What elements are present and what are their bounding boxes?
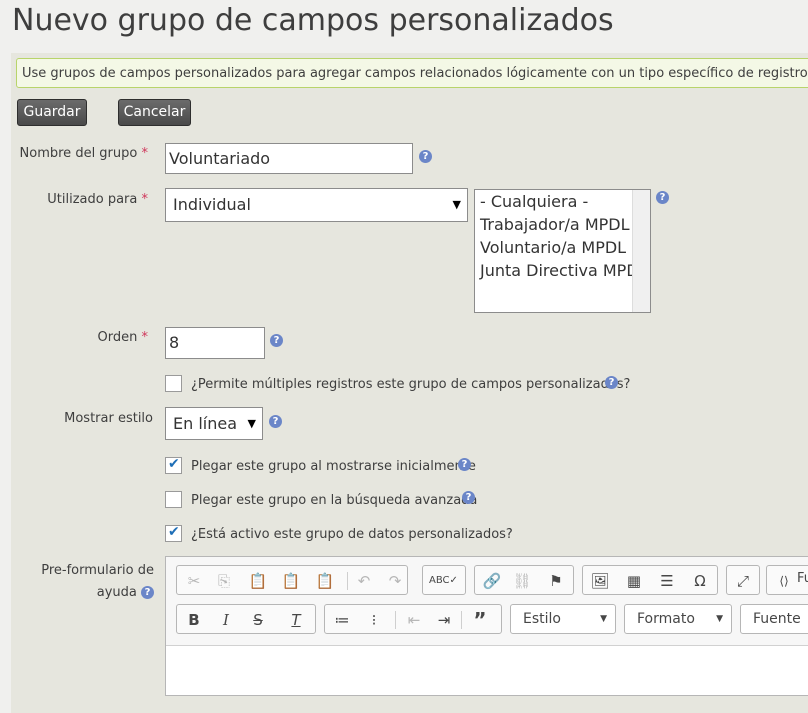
help-icon[interactable]: ? — [419, 150, 432, 163]
horizontal-line-icon[interactable]: ☰ — [656, 570, 678, 592]
collapse-initial-checkbox[interactable]: ✔ — [165, 456, 182, 474]
links-group: 🔗 ⛓ ⚑ — [474, 565, 574, 595]
source-icon[interactable]: ⟨⟩ — [773, 570, 795, 592]
help-icon[interactable]: ? — [141, 586, 154, 599]
multiple-records-checkbox[interactable] — [165, 375, 182, 392]
numbered-list-icon[interactable]: ≔ — [331, 609, 353, 631]
page-title: Nuevo grupo de campos personalizados — [12, 3, 614, 38]
blockquote-icon[interactable]: ” — [469, 609, 491, 631]
insert-group: 🖼 ▦ ☰ Ω — [582, 565, 718, 595]
subtype-option[interactable]: Junta Directiva MPDL — [475, 259, 650, 282]
anchor-icon[interactable]: ⚑ — [545, 570, 567, 592]
paragraph-group: ≔ ⁝ ⇤ ⇥ ” — [324, 604, 502, 634]
maximize-icon[interactable]: ⤢ — [732, 570, 754, 592]
remove-format-icon[interactable]: T — [285, 609, 307, 631]
font-combo[interactable]: Fuente — [740, 604, 808, 634]
bold-icon[interactable]: B — [183, 609, 205, 631]
group-name-label: Nombre del grupo * — [19, 146, 148, 161]
strike-icon[interactable]: S — [247, 609, 269, 631]
outdent-icon[interactable]: ⇤ — [403, 609, 425, 631]
paste-text-icon[interactable]: 📋 — [280, 570, 302, 592]
cut-icon[interactable]: ✂ — [183, 570, 205, 592]
dropdown-arrow-icon: ▼ — [716, 614, 723, 624]
indent-icon[interactable]: ⇥ — [433, 609, 455, 631]
undo-icon[interactable]: ↶ — [353, 570, 375, 592]
clipboard-group: ✂ ⎘ 📋 📋 📋 ↶ ↷ — [176, 565, 408, 595]
spellcheck-group: ABC✓ — [422, 565, 466, 595]
style-select[interactable]: En línea ▼ — [165, 407, 263, 440]
help-icon[interactable]: ? — [269, 415, 282, 428]
used-for-label: Utilizado para * — [47, 192, 148, 207]
rich-text-editor[interactable]: ✂ ⎘ 📋 📋 📋 ↶ ↷ ABC✓ 🔗 ⛓ ⚑ 🖼 ▦ ☰ Ω ⤢ ⟨⟩ Fu… — [165, 556, 808, 696]
checkmark-icon: ✔ — [168, 456, 180, 472]
active-checkbox[interactable]: ✔ — [165, 524, 182, 542]
collapse-initial-label: Plegar este grupo al mostrarse inicialme… — [191, 459, 476, 474]
basic-style-group: B I S T — [176, 604, 316, 634]
order-input[interactable]: 8 — [165, 327, 265, 359]
subtype-listbox[interactable]: - Cualquiera - Trabajador/a MPDL Volunta… — [474, 189, 651, 313]
help-icon[interactable]: ? — [462, 491, 475, 504]
help-icon[interactable]: ? — [605, 376, 618, 389]
toolbar-separator — [395, 611, 396, 629]
used-for-select[interactable]: Individual ▼ — [165, 188, 468, 222]
style-label: Mostrar estilo — [64, 411, 153, 426]
editor-toolbar: ✂ ⎘ 📋 📋 📋 ↶ ↷ ABC✓ 🔗 ⛓ ⚑ 🖼 ▦ ☰ Ω ⤢ ⟨⟩ Fu… — [166, 557, 808, 646]
link-icon[interactable]: 🔗 — [481, 570, 503, 592]
maximize-group: ⤢ — [726, 565, 760, 595]
help-icon[interactable]: ? — [458, 458, 471, 471]
subtype-option[interactable]: Trabajador/a MPDL — [475, 213, 650, 236]
format-combo[interactable]: Formato ▼ — [624, 604, 732, 634]
image-icon[interactable]: 🖼 — [589, 570, 611, 592]
active-label: ¿Está activo este grupo de datos persona… — [191, 527, 513, 542]
bulleted-list-icon[interactable]: ⁝ — [363, 609, 385, 631]
spellcheck-icon[interactable]: ABC✓ — [429, 570, 458, 592]
copy-icon[interactable]: ⎘ — [213, 570, 235, 592]
help-icon[interactable]: ? — [656, 191, 669, 204]
listbox-scrollbar[interactable] — [632, 190, 650, 312]
subtype-option[interactable]: - Cualquiera - — [475, 190, 650, 213]
help-message: Use grupos de campos personalizados para… — [16, 58, 808, 88]
source-label: Fu — [797, 571, 808, 586]
help-icon[interactable]: ? — [270, 334, 283, 347]
collapse-advanced-checkbox[interactable] — [165, 491, 182, 508]
special-char-icon[interactable]: Ω — [689, 570, 711, 592]
paste-icon[interactable]: 📋 — [247, 570, 269, 592]
toolbar-separator — [347, 572, 348, 590]
dropdown-arrow-icon: ▼ — [452, 198, 461, 211]
source-group: ⟨⟩ Fu — [766, 565, 808, 595]
pre-form-help-label: Pre-formulario de ayuda ? — [41, 563, 154, 600]
table-icon[interactable]: ▦ — [623, 570, 645, 592]
collapse-advanced-label: Plegar este grupo en la búsqueda avanzad… — [191, 493, 478, 508]
group-name-input[interactable]: Voluntariado — [165, 143, 413, 174]
order-label: Orden * — [97, 330, 148, 345]
subtype-option[interactable]: Voluntario/a MPDL — [475, 236, 650, 259]
italic-icon[interactable]: I — [215, 609, 237, 631]
multiple-records-label: ¿Permite múltiples registros este grupo … — [191, 377, 631, 392]
paste-word-icon[interactable]: 📋 — [314, 570, 336, 592]
redo-icon[interactable]: ↷ — [384, 570, 406, 592]
save-button[interactable]: Guardar — [17, 99, 87, 126]
checkmark-icon: ✔ — [168, 524, 180, 540]
unlink-icon[interactable]: ⛓ — [511, 570, 533, 592]
style-combo[interactable]: Estilo ▼ — [510, 604, 616, 634]
dropdown-arrow-icon: ▼ — [247, 417, 256, 430]
dropdown-arrow-icon: ▼ — [600, 614, 607, 624]
toolbar-separator — [461, 611, 462, 629]
cancel-button[interactable]: Cancelar — [118, 99, 191, 126]
